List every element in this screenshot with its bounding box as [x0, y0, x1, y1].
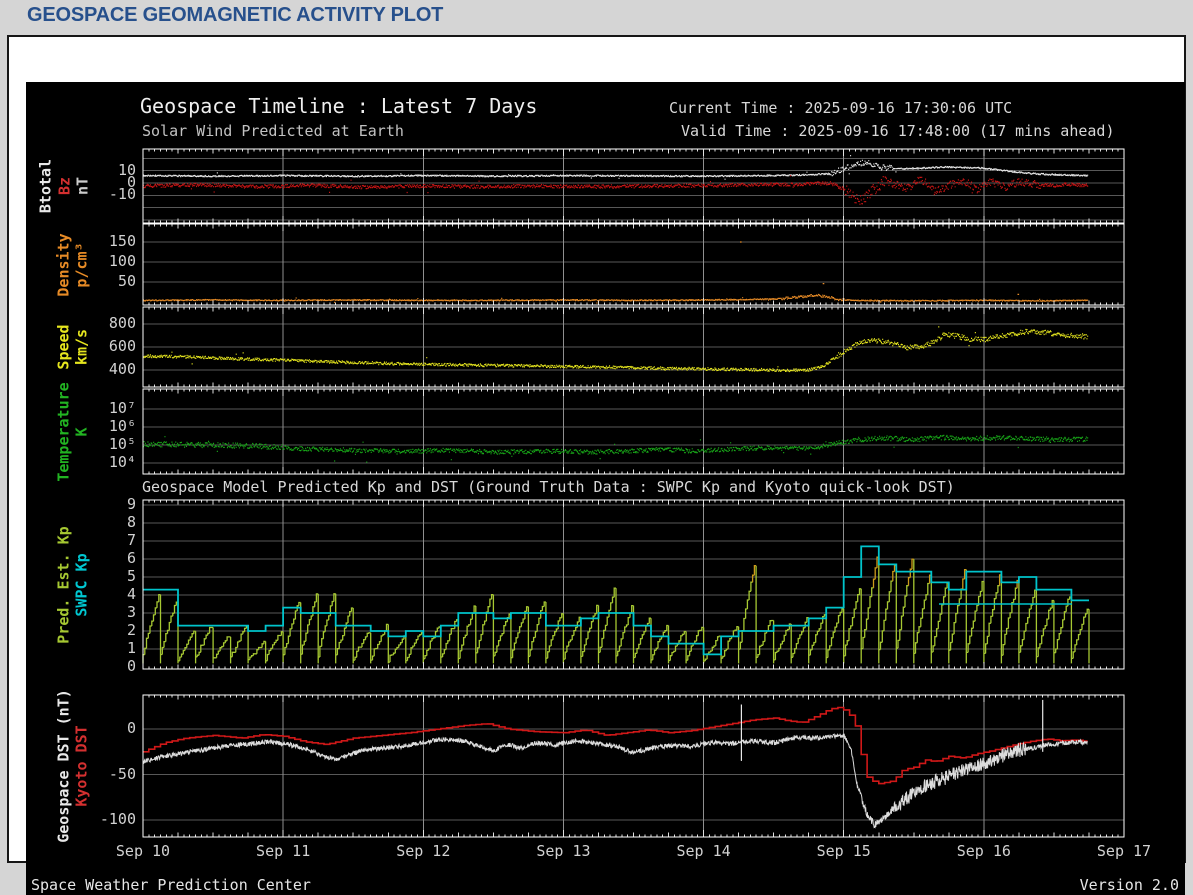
xtick-sep-14: Sep 14 — [676, 842, 731, 860]
solar-wind-density-density-trace — [143, 241, 1089, 304]
kp-pred-trace — [142, 557, 1090, 664]
section2-title: Geospace Model Predicted Kp and DST (Gro… — [142, 478, 955, 496]
ylabel-speed: Speed — [54, 324, 73, 370]
xtick-sep-13: Sep 13 — [536, 842, 591, 860]
footer-credit: Space Weather Prediction Center — [31, 876, 311, 894]
plot-title: Geospace Timeline : Latest 7 Days — [140, 94, 538, 118]
ylabel-pred-est-kp: Pred. Est. Kp — [54, 525, 73, 644]
solar-wind-density-ytick-50: 50 — [117, 272, 136, 290]
dst-index-ytick-0: 0 — [126, 719, 136, 738]
dst-index-ytick--50: -50 — [108, 764, 136, 783]
dst-index-geospace-dst-trace — [142, 732, 1088, 829]
xtick-sep-15: Sep 15 — [816, 842, 871, 860]
plot-canvas: Geospace Timeline : Latest 7 Days Curren… — [26, 82, 1185, 895]
solar-wind-temperature-ytick-10⁴: 10⁴ — [108, 453, 136, 471]
ylabel-kyoto-dst: Kyoto DST — [72, 725, 91, 807]
page-title: GEOSPACE GEOMAGNETIC ACTIVITY PLOT — [27, 4, 444, 26]
solar-wind-speed-hgrid — [143, 323, 1124, 371]
ylabel-temperature: Temperature — [54, 381, 73, 482]
solar-wind-speed-ytick-400: 400 — [108, 359, 136, 378]
current-time: Current Time : 2025-09-16 17:30:06 UTC — [669, 99, 1013, 117]
solar-wind-density-day-grid — [282, 224, 985, 305]
valid-time: Valid Time : 2025-09-16 17:48:00 (17 min… — [681, 122, 1115, 140]
ylabel-nt: nT — [73, 176, 92, 196]
kp-index-ytick-4: 4 — [126, 585, 136, 604]
solar-wind-temperature-tickmarks — [142, 389, 1125, 474]
plot-frame: Geospace Timeline : Latest 7 Days Curren… — [7, 35, 1186, 895]
dst-index-ytick--100: -100 — [99, 809, 136, 828]
dst-index-box — [142, 694, 1125, 838]
solar-wind-density-tickmarks — [142, 224, 1125, 305]
solar-wind-temperature-day-grid — [282, 389, 985, 474]
kp-index-ytick-2: 2 — [126, 621, 136, 640]
solar-wind-temperature-temperature-trace — [143, 434, 1089, 463]
xtick-sep-10: Sep 10 — [115, 842, 171, 860]
solar-wind-speed-speed-trace — [143, 326, 1089, 373]
ylabel-p-cm-: p/cm³ — [72, 241, 91, 288]
solar-wind-bfield-bz-trace — [143, 175, 1089, 205]
solar-wind-density-box — [142, 223, 1125, 306]
solar-wind-density-ytick-100: 100 — [108, 252, 136, 270]
kp-index-ytick-8: 8 — [126, 513, 136, 532]
kp-index-ytick-5: 5 — [126, 567, 136, 586]
ylabel-k: K — [72, 426, 91, 437]
xtick-sep-16: Sep 16 — [956, 842, 1011, 860]
dst-index-tickmarks — [142, 695, 1125, 837]
solar-wind-bfield-ytick--10: -10 — [108, 185, 136, 204]
xtick-sep-17: Sep 17 — [1096, 842, 1152, 860]
ylabel-btotal: Btotal — [36, 158, 55, 214]
solar-wind-density-ytick-150: 150 — [108, 232, 136, 250]
kp-index-ytick-3: 3 — [126, 603, 136, 622]
solar-wind-temperature-ytick-10⁶: 10⁶ — [108, 416, 136, 435]
ylabel-density: Density — [54, 232, 73, 297]
ylabel-bz: Bz — [55, 176, 74, 196]
footer-version: Version 2.0 — [1079, 876, 1179, 894]
ylabel-km-s: km/s — [72, 328, 91, 366]
kp-index-ytick-0: 0 — [126, 657, 136, 676]
kp-index-ytick-6: 6 — [126, 549, 136, 568]
solar-wind-bfield-btotal-trace — [143, 155, 1089, 180]
dst-index-day-grid — [282, 695, 985, 837]
kp-index-ytick-1: 1 — [126, 639, 136, 658]
kp-pred-high-trace — [751, 556, 1019, 589]
xtick-sep-12: Sep 12 — [396, 842, 451, 860]
ylabel-swpc-kp: SWPC Kp — [72, 552, 91, 617]
kp-index-ytick-9: 9 — [126, 495, 136, 514]
solar-wind-speed-ytick-600: 600 — [108, 337, 136, 355]
solar-wind-temperature-box — [142, 388, 1125, 475]
solar-wind-temperature-ytick-10⁷: 10⁷ — [108, 398, 136, 417]
kp-index-ytick-7: 7 — [126, 531, 136, 550]
solar-wind-speed-ytick-800: 800 — [108, 314, 136, 332]
solar-wind-temperature-ytick-10⁵: 10⁵ — [108, 435, 136, 453]
ylabel-geospace-dst-nt-: Geospace DST (nT) — [54, 689, 73, 843]
plot-subtitle: Solar Wind Predicted at Earth — [142, 122, 404, 140]
solar-wind-density-hgrid — [143, 241, 1124, 283]
page: { "header": { "title": "GEOSPACE GEOMAGN… — [0, 0, 1193, 895]
xtick-sep-11: Sep 11 — [256, 842, 311, 860]
